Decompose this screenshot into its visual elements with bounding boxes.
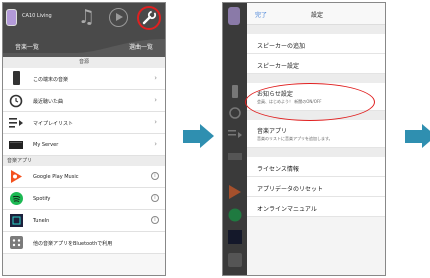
row-label: この端末の音楽	[33, 77, 69, 83]
settings-license[interactable]: ライセンス情報	[247, 157, 385, 177]
dimmed-background	[223, 3, 247, 275]
settings-panel: 完了 設定 スピーカーの追加 スピーカー設定 お知らせ設定 会員、はじめよう！ …	[247, 3, 385, 275]
app-spotify[interactable]: Spotify i	[3, 188, 165, 210]
chevron-right-icon: ›	[154, 96, 157, 104]
player-header: CA10 Living ♫	[3, 3, 165, 33]
app-label: 他の音楽アプリをBluetoothで利用	[33, 241, 113, 247]
app-tunein[interactable]: TuneIn i	[3, 210, 165, 232]
row-label: My Server	[33, 142, 59, 148]
item-label: 音楽アプリ	[257, 128, 288, 135]
chevron-right-icon: ›	[154, 140, 157, 148]
settings-music-app[interactable]: 音楽アプリ 音楽のリストに音楽アプリを追加します。	[247, 120, 385, 148]
playlist-icon	[9, 118, 23, 128]
right-screen: 完了 設定 スピーカーの追加 スピーカー設定 お知らせ設定 会員、はじめよう！ …	[222, 2, 386, 276]
app-bluetooth-other[interactable]: 他の音楽アプリをBluetoothで利用	[3, 232, 165, 254]
app-label: TuneIn	[33, 218, 50, 224]
tab-selection-list[interactable]: 選曲一覧	[129, 42, 153, 51]
spotify-icon	[228, 208, 242, 222]
device-name[interactable]: CA10 Living	[22, 13, 52, 19]
bluetooth-app-icon	[228, 253, 242, 267]
chevron-right-icon: ›	[154, 118, 157, 126]
row-label: 最近聴いた曲	[33, 99, 64, 105]
info-icon[interactable]: i	[151, 172, 159, 180]
wrench-icon	[142, 9, 157, 25]
item-label: スピーカー設定	[257, 63, 300, 70]
row-playlist[interactable]: マイプレイリスト ›	[3, 112, 165, 134]
bluetooth-app-icon	[10, 236, 23, 249]
history-icon	[229, 107, 241, 119]
history-icon	[9, 94, 23, 108]
section-sources-title: 音源	[3, 57, 165, 68]
row-this-device[interactable]: この端末の音楽 ›	[3, 68, 165, 90]
phone-icon	[232, 85, 238, 98]
page-title: 設定	[310, 12, 323, 19]
row-recent[interactable]: 最近聴いた曲 ›	[3, 90, 165, 112]
row-label: マイプレイリスト	[33, 121, 74, 127]
highlight-ellipse	[245, 83, 375, 121]
device-icon[interactable]	[6, 9, 17, 26]
tab-bar: 音楽一覧 選曲一覧	[3, 33, 165, 57]
item-label: オンラインマニュアル	[257, 206, 317, 213]
server-icon	[228, 153, 242, 160]
tunein-icon	[228, 230, 242, 244]
settings-wrench-button[interactable]	[137, 6, 161, 30]
music-note-icon[interactable]: ♫	[78, 6, 95, 28]
google-play-music-icon	[11, 170, 22, 183]
tunein-icon	[10, 214, 23, 227]
phone-icon	[13, 71, 20, 85]
app-label: Google Play Music	[33, 174, 79, 180]
app-label: Spotify	[33, 196, 51, 202]
item-label: スピーカーの追加	[257, 43, 306, 50]
tab-music-list[interactable]: 音楽一覧	[15, 42, 39, 51]
settings-speaker[interactable]: スピーカー設定	[247, 54, 385, 74]
info-icon[interactable]: i	[151, 194, 159, 202]
settings-topbar: 完了 設定	[247, 3, 385, 25]
item-label: ライセンス情報	[257, 166, 299, 173]
play-icon[interactable]	[109, 8, 128, 27]
app-google-play-music[interactable]: Google Play Music i	[3, 166, 165, 188]
server-icon	[9, 141, 23, 149]
info-icon[interactable]: i	[151, 216, 159, 224]
playlist-icon	[228, 130, 242, 138]
row-my-server[interactable]: My Server ›	[3, 134, 165, 156]
spotify-icon	[10, 192, 23, 205]
settings-reset-data[interactable]: アプリデータのリセット	[247, 177, 385, 197]
item-label: アプリデータのリセット	[257, 186, 324, 193]
settings-online-manual[interactable]: オンラインマニュアル	[247, 197, 385, 217]
left-screen: CA10 Living ♫ 音楽一覧 選曲一覧 音源 この端末の音楽 › 最近聴…	[2, 2, 166, 276]
music-apps-header: 音楽アプリ	[3, 156, 165, 166]
google-play-music-icon	[229, 185, 241, 199]
item-sublabel: 音楽のリストに音楽アプリを追加します。	[257, 136, 333, 141]
settings-add-speaker[interactable]: スピーカーの追加	[247, 34, 385, 54]
device-icon	[228, 7, 240, 25]
chevron-right-icon: ›	[154, 74, 157, 82]
